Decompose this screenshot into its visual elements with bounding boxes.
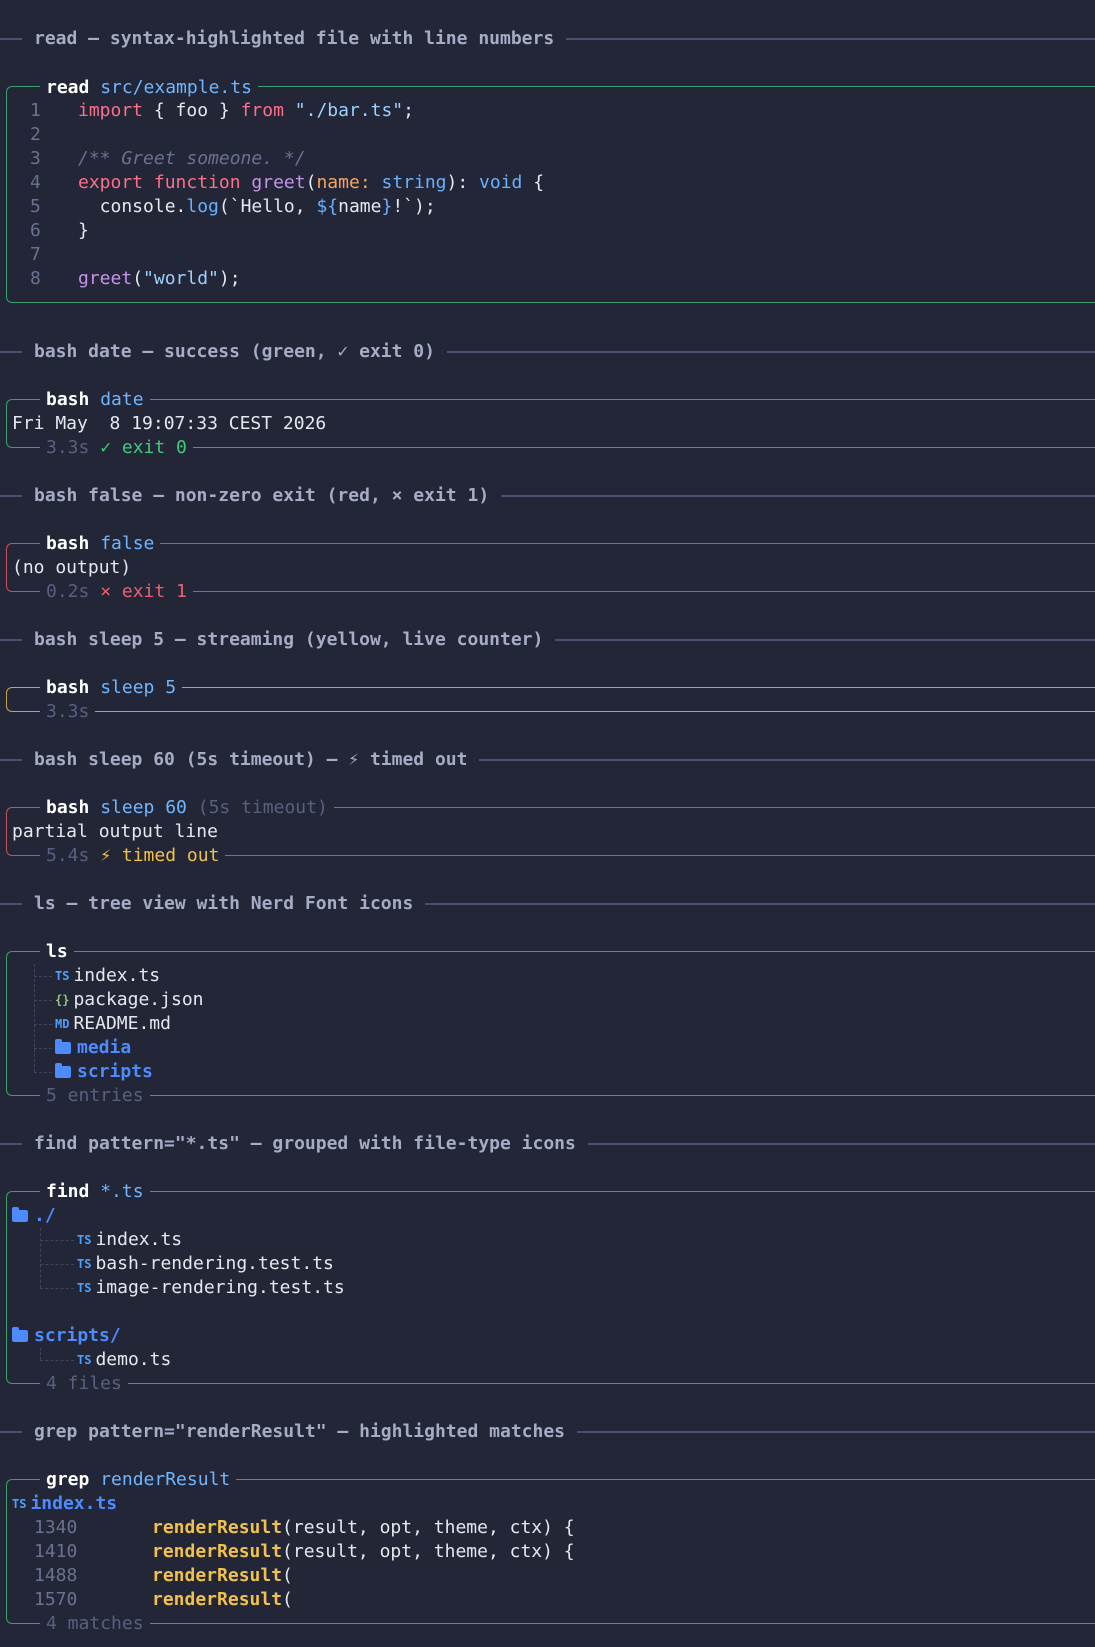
tree-guide (40, 1228, 41, 1288)
list-item[interactable]: media (55, 1036, 855, 1060)
bash-sleep60-title: bash sleep 60 (5s timeout) (40, 796, 334, 820)
line-number: 7 (30, 244, 41, 265)
bash-sleep5-title: bash sleep 5 (40, 676, 183, 700)
tree-branch (34, 1048, 52, 1049)
typescript-icon: TS (77, 1257, 92, 1271)
bash-sleep60-output: partial output line (12, 821, 218, 842)
match-line-number: 1570 (34, 1589, 78, 1610)
section-header-bash-sleep5: bash sleep 5 — streaming (yellow, live c… (0, 628, 1095, 652)
line-number: 2 (30, 124, 41, 145)
tree-branch (34, 1000, 52, 1001)
bash-sleep5-footer: 3.3s (40, 700, 96, 724)
grep-footer: 4 matches (40, 1612, 150, 1636)
folder-icon (55, 1039, 71, 1054)
tree-branch (34, 976, 52, 977)
match-line[interactable]: renderResult(result, opt, theme, ctx) { (152, 1516, 952, 1540)
find-footer: 4 files (40, 1372, 128, 1396)
tree-branch (40, 1288, 74, 1289)
match-line-number: 1410 (34, 1541, 78, 1562)
bash-sleep60-footer: 5.4s ⚡ timed out (40, 844, 226, 868)
line-number: 5 (30, 196, 41, 217)
section-header-find: find pattern="*.ts" — grouped with file-… (0, 1132, 1095, 1156)
grep-title: grep renderResult (40, 1468, 237, 1492)
typescript-icon: TS (55, 969, 70, 983)
line-number: 3 (30, 148, 41, 169)
list-item[interactable]: {} package.json (55, 988, 855, 1012)
line-number: 8 (30, 268, 41, 289)
code-line-3: /** Greet someone. */ (78, 148, 306, 169)
find-group-dir[interactable]: ./ (12, 1204, 812, 1228)
bash-date-title: bash date (40, 388, 150, 412)
bash-date-footer: 3.3s ✓ exit 0 (40, 436, 193, 460)
list-item[interactable]: MD README.md (55, 1012, 855, 1036)
bash-false-output: (no output) (12, 557, 132, 578)
find-title: find *.ts (40, 1180, 150, 1204)
code-line-1: import { foo } from "./bar.ts"; (78, 100, 414, 121)
folder-icon (12, 1327, 28, 1342)
section-header-read: read — syntax-highlighted file with line… (0, 27, 1095, 51)
bash-false-footer: 0.2s × exit 1 (40, 580, 193, 604)
json-icon: {} (55, 993, 70, 1007)
list-item[interactable]: TS index.ts (77, 1228, 877, 1252)
tree-branch (34, 1072, 52, 1073)
match-line[interactable]: renderResult( (152, 1564, 952, 1588)
typescript-icon: TS (12, 1497, 27, 1511)
list-item[interactable]: TS demo.ts (77, 1348, 877, 1372)
typescript-icon: TS (77, 1353, 92, 1367)
read-box-title: read src/example.ts (40, 76, 258, 100)
find-group-dir[interactable]: scripts/ (12, 1324, 812, 1348)
typescript-icon: TS (77, 1233, 92, 1247)
section-header-bash-date: bash date — success (green, ✓ exit 0) (0, 340, 1095, 364)
line-number: 1 (30, 100, 41, 121)
grep-file[interactable]: TS index.ts (12, 1492, 812, 1516)
tree-branch (40, 1240, 74, 1241)
section-header-ls: ls — tree view with Nerd Font icons (0, 892, 1095, 916)
code-line-6: } (78, 220, 89, 241)
code-line-4: export function greet(name: string): voi… (78, 172, 545, 193)
tree-branch (40, 1264, 74, 1265)
tree-branch (40, 1360, 74, 1361)
section-header-grep: grep pattern="renderResult" — highlighte… (0, 1420, 1095, 1444)
code-line-8: greet("world"); (78, 268, 241, 289)
match-line[interactable]: renderResult(result, opt, theme, ctx) { (152, 1540, 952, 1564)
list-item[interactable]: scripts (55, 1060, 855, 1084)
code-line-5: console.log(`Hello, ${name}!`); (78, 196, 436, 217)
tree-guide (40, 1348, 41, 1360)
ls-title: ls (40, 940, 74, 964)
match-line-number: 1340 (34, 1517, 78, 1538)
list-item[interactable]: TS image-rendering.test.ts (77, 1276, 877, 1300)
list-item[interactable]: TS index.ts (55, 964, 855, 988)
folder-icon (12, 1207, 28, 1222)
match-line-number: 1488 (34, 1565, 78, 1586)
ls-footer: 5 entries (40, 1084, 150, 1108)
markdown-icon: MD (55, 1017, 70, 1031)
folder-icon (55, 1063, 71, 1078)
line-number: 4 (30, 172, 41, 193)
list-item[interactable]: TS bash-rendering.test.ts (77, 1252, 877, 1276)
section-header-bash-sleep60: bash sleep 60 (5s timeout) — ⚡ timed out (0, 748, 1095, 772)
bash-date-output: Fri May 8 19:07:33 CEST 2026 (12, 413, 327, 434)
bash-false-title: bash false (40, 532, 161, 556)
line-number: 6 (30, 220, 41, 241)
tree-branch (34, 1024, 52, 1025)
typescript-icon: TS (77, 1281, 92, 1295)
match-line[interactable]: renderResult( (152, 1588, 952, 1612)
section-header-bash-false: bash false — non-zero exit (red, × exit … (0, 484, 1095, 508)
tree-guide (34, 964, 35, 1072)
